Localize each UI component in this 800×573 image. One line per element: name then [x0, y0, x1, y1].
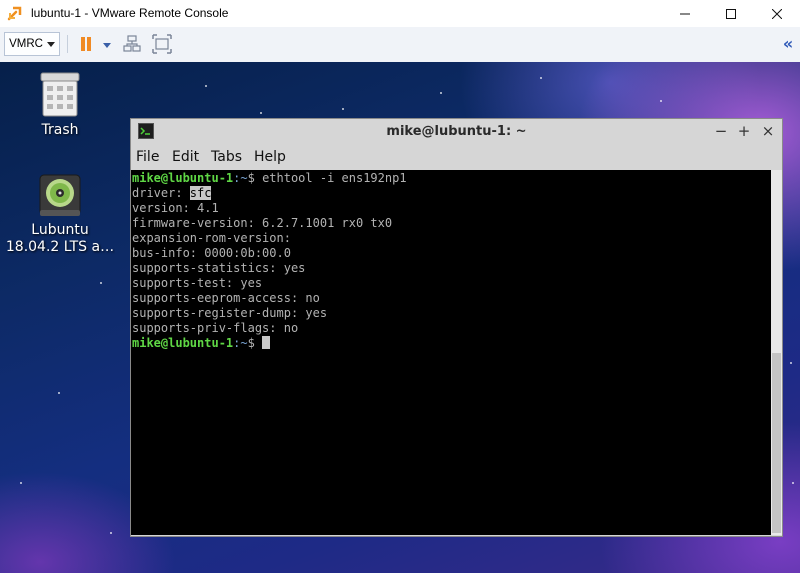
close-button[interactable]: [754, 0, 800, 27]
star: [342, 108, 344, 110]
minimize-icon: −: [714, 122, 728, 140]
star: [20, 482, 22, 484]
prompt-user: mike@lubuntu-1: [132, 171, 234, 185]
maximize-button[interactable]: [708, 0, 754, 27]
star: [660, 100, 662, 102]
removable-devices-button[interactable]: [122, 34, 142, 54]
close-icon: ×: [761, 122, 775, 140]
minimize-icon: [680, 13, 690, 14]
power-menu-dropdown[interactable]: [100, 37, 114, 51]
prompt-path: :~: [233, 336, 248, 350]
terminal-titlebar[interactable]: mike@lubuntu-1: ~ − + ×: [131, 119, 782, 144]
menu-file[interactable]: File: [136, 149, 159, 165]
star: [110, 532, 112, 534]
maximize-icon: [726, 8, 736, 19]
maximize-icon: +: [737, 122, 751, 140]
minimize-button[interactable]: [662, 0, 708, 27]
star: [790, 362, 792, 364]
star: [540, 77, 542, 79]
desktop-icon-label-line2: 18.04.2 LTS a…: [5, 239, 115, 255]
terminal-output-line: supports-test: yes: [132, 276, 263, 290]
terminal-output-line: bus-info: 0000:0b:00.0: [132, 246, 291, 260]
terminal-output-line: supports-priv-flags: no: [132, 321, 299, 335]
terminal-output-line: supports-statistics: yes: [132, 261, 306, 275]
toolbar-divider: [67, 35, 68, 53]
selected-text: sfc: [189, 186, 212, 200]
terminal-command-line: mike@lubuntu-1:~$ ethtool -i ens192np1: [132, 171, 407, 186]
terminal-output-line: expansion-rom-version:: [132, 231, 291, 245]
terminal-output-area[interactable]: mike@lubuntu-1:~$ ethtool -i ens192np1 d…: [131, 170, 771, 535]
terminal-scrollbar[interactable]: [771, 170, 782, 535]
terminal-output-line: firmware-version: 6.2.7.1001 rx0 tx0: [132, 216, 393, 230]
trash-icon: [40, 72, 80, 117]
prompt-path: :~: [233, 171, 248, 185]
menu-edit[interactable]: Edit: [172, 149, 199, 165]
star: [792, 482, 794, 484]
star: [260, 112, 262, 114]
vmrc-logo-icon: [7, 6, 22, 21]
vmrc-menu-button[interactable]: VMRC: [4, 32, 60, 56]
terminal-output-line: supports-eeprom-access: no: [132, 291, 320, 305]
pause-icon: [81, 37, 91, 51]
terminal-title: mike@lubuntu-1: ~: [386, 124, 527, 139]
menu-tabs[interactable]: Tabs: [211, 149, 242, 165]
terminal-output-line: driver: sfc: [132, 186, 407, 201]
vmrc-toolbar: VMRC «: [0, 27, 800, 63]
desktop-icon-lubuntu-disc[interactable]: Lubuntu 18.04.2 LTS a…: [5, 174, 115, 256]
collapse-panel-button[interactable]: «: [780, 35, 796, 53]
text-cursor: [262, 336, 271, 349]
window-title: lubuntu-1 - VMware Remote Console: [31, 6, 229, 20]
star: [58, 392, 60, 394]
star: [100, 282, 102, 284]
network-devices-icon: [123, 35, 141, 52]
terminal-prompt-line: mike@lubuntu-1:~$: [132, 336, 407, 351]
driver-label: driver:: [132, 186, 190, 200]
desktop-icon-label: Trash: [41, 122, 79, 138]
vmrc-menu-label: VMRC: [9, 38, 43, 50]
menu-help[interactable]: Help: [254, 149, 286, 165]
terminal-output-line: supports-register-dump: yes: [132, 306, 328, 320]
close-icon: [772, 8, 782, 19]
fullscreen-button[interactable]: [152, 34, 172, 54]
terminal-close-button[interactable]: ×: [758, 122, 778, 140]
terminal-command: ethtool -i ens192np1: [262, 171, 407, 185]
star: [205, 85, 207, 87]
terminal-minimize-button[interactable]: −: [711, 122, 731, 140]
fullscreen-icon: [152, 34, 172, 54]
dropdown-arrow-icon: [46, 41, 55, 47]
prompt-symbol: $: [247, 336, 263, 350]
double-chevron-left-icon: «: [782, 34, 794, 53]
vm-desktop[interactable]: Trash Lubuntu 18.04.2 LTS a… mike@lubunt…: [0, 62, 800, 573]
prompt-symbol: $: [247, 171, 263, 185]
window-titlebar[interactable]: lubuntu-1 - VMware Remote Console: [0, 0, 800, 28]
terminal-window[interactable]: mike@lubuntu-1: ~ − + × File Edit Tabs H…: [130, 118, 783, 537]
desktop-icon-label-line1: Lubuntu: [31, 222, 89, 238]
cd-drive-icon: [39, 174, 81, 216]
terminal-output-line: version: 4.1: [132, 201, 219, 215]
star: [440, 92, 442, 94]
desktop-icon-trash[interactable]: Trash: [5, 72, 115, 139]
prompt-user: mike@lubuntu-1: [132, 336, 234, 350]
scrollbar-thumb[interactable]: [772, 353, 781, 533]
terminal-maximize-button[interactable]: +: [734, 122, 754, 140]
dropdown-arrow-icon: [103, 43, 111, 48]
pause-button[interactable]: [76, 35, 96, 53]
terminal-menubar: File Edit Tabs Help: [131, 145, 782, 169]
